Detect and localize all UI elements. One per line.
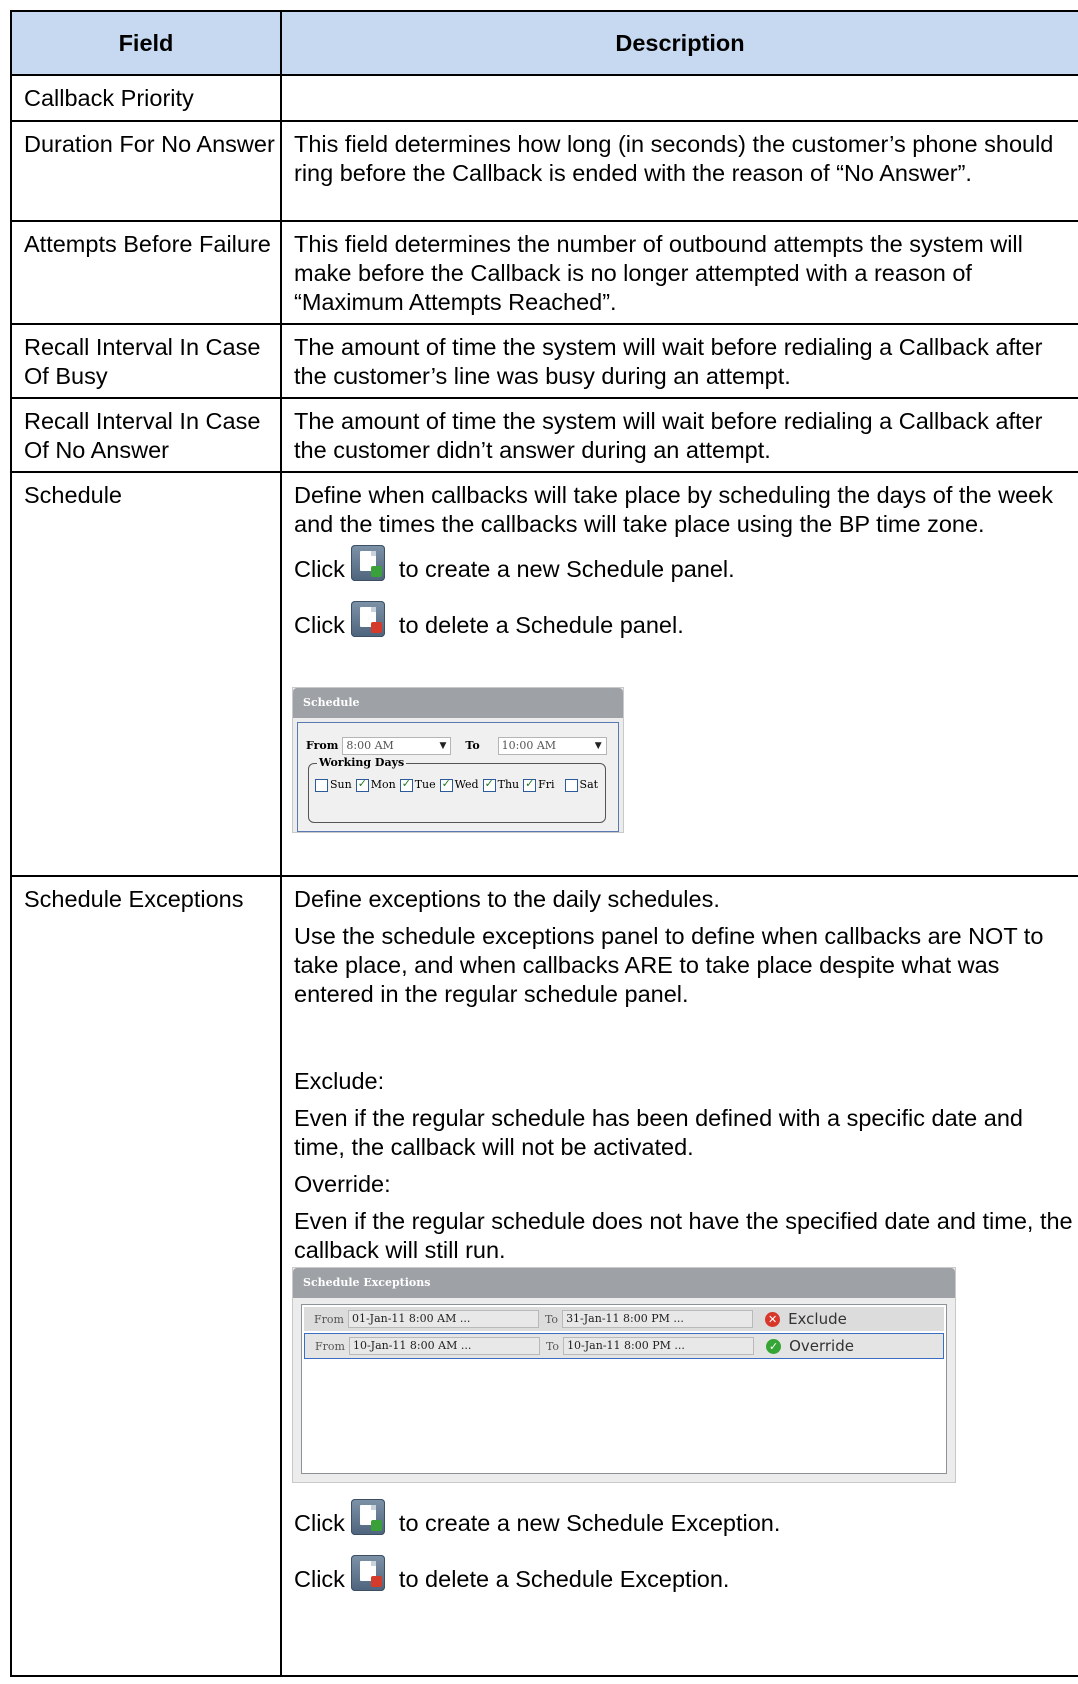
field-description: The amount of time the system will wait … (280, 397, 1078, 473)
to-label: To (465, 739, 480, 752)
day-checkbox-mon[interactable] (355, 777, 369, 792)
from-label: From (314, 1312, 344, 1326)
field-description: This field determines the number of outb… (280, 220, 1078, 325)
exceptions-usage: Use the schedule exceptions panel to def… (294, 923, 1044, 1007)
working-days-label: Working Days (317, 756, 407, 770)
add-exception-icon[interactable] (350, 1499, 385, 1535)
from-label: From (306, 739, 339, 752)
exceptions-panel-title: Schedule Exceptions (293, 1268, 955, 1298)
schedule-description: Define when callbacks will take place by… (294, 482, 1053, 537)
to-label: To (544, 1312, 559, 1326)
fields-table: Field Description Callback Priority Dura… (10, 10, 1078, 1677)
day-label: Sun (330, 778, 352, 791)
delete-exception-instruction: Click to delete a Schedule Exception. (294, 1553, 1078, 1605)
day-label: Tue (414, 778, 436, 791)
add-schedule-icon[interactable] (350, 545, 385, 581)
exception-row[interactable]: From 01-Jan-11 8:00 AM ... To 31-Jan-11 … (304, 1307, 944, 1331)
click-word: Click (294, 1565, 345, 1592)
field-description: Define exceptions to the daily schedules… (280, 875, 1078, 1677)
exception-row[interactable]: From 10-Jan-11 8:00 AM ... To 10-Jan-11 … (304, 1333, 944, 1359)
delete-schedule-text: to delete a Schedule panel. (398, 611, 684, 638)
day-label: Thu (497, 778, 520, 791)
exclude-text: Even if the regular schedule has been de… (294, 1105, 1023, 1160)
working-days-list: Sun Mon Tue Wed Thu Fri Sat (315, 777, 602, 792)
delete-schedule-icon[interactable] (350, 601, 385, 637)
delete-exception-text: to delete a Schedule Exception. (398, 1565, 730, 1592)
field-name: Schedule Exceptions (10, 875, 282, 1677)
exception-status-label: Override (789, 1336, 854, 1355)
exceptions-list: From 01-Jan-11 8:00 AM ... To 31-Jan-11 … (301, 1304, 947, 1474)
from-label: From (315, 1339, 345, 1353)
field-name: Attempts Before Failure (10, 220, 282, 325)
chevron-down-icon: ▼ (439, 741, 447, 751)
add-exception-text: to create a new Schedule Exception. (398, 1509, 781, 1536)
field-description (280, 74, 1078, 122)
day-label: Sat (579, 778, 599, 791)
table-row: Callback Priority (10, 74, 1078, 122)
schedule-panel-body: From 8:00 AM ▼ To 10:00 AM ▼ Working Day… (297, 722, 619, 832)
exception-from-field[interactable]: 10-Jan-11 8:00 AM ... (348, 1337, 540, 1355)
field-name: Recall Interval In Case Of Busy (10, 323, 282, 399)
table-row: Schedule Exceptions Define exceptions to… (10, 875, 1078, 1677)
day-label: Fri (538, 778, 555, 791)
table-header-row: Field Description (10, 10, 1078, 76)
to-time-value: 10:00 AM (501, 739, 557, 752)
day-checkbox-sat[interactable] (564, 778, 578, 792)
table-row: Schedule Define when callbacks will take… (10, 471, 1078, 877)
click-word: Click (294, 555, 345, 582)
from-time-value: 8:00 AM (346, 739, 394, 752)
day-checkbox-tue[interactable] (399, 777, 413, 792)
table-row: Recall Interval In Case Of Busy The amou… (10, 323, 1078, 399)
add-schedule-text: to create a new Schedule panel. (398, 555, 735, 582)
table-row: Duration For No Answer This field determ… (10, 120, 1078, 222)
override-icon: ✓ (766, 1338, 782, 1354)
schedule-panel: Schedule From 8:00 AM ▼ To 10:00 AM ▼ Wo… (292, 687, 624, 833)
add-exception-instruction: Click to create a new Schedule Exception… (294, 1497, 1078, 1549)
day-checkbox-sun[interactable] (315, 778, 328, 792)
override-heading: Override: (294, 1171, 391, 1197)
day-checkbox-fri[interactable] (523, 777, 537, 792)
field-column-header: Field (10, 10, 282, 76)
chevron-down-icon: ▼ (594, 741, 602, 751)
add-schedule-instruction: Click to create a new Schedule panel. (294, 543, 1078, 595)
schedule-panel-title: Schedule (293, 688, 623, 718)
delete-exception-icon[interactable] (350, 1555, 385, 1591)
to-label: To (545, 1339, 560, 1353)
exception-status[interactable]: ✓ Override (766, 1332, 854, 1361)
table-row: Attempts Before Failure This field deter… (10, 220, 1078, 325)
field-name: Duration For No Answer (10, 120, 282, 222)
working-days-group: Working Days Sun Mon Tue Wed Thu Fri Sat (308, 756, 606, 823)
exceptions-intro: Define exceptions to the daily schedules… (294, 886, 720, 912)
exception-to-field[interactable]: 10-Jan-11 8:00 PM ... (563, 1337, 755, 1355)
exclude-icon: ✕ (765, 1311, 781, 1327)
click-word: Click (294, 611, 345, 638)
field-name: Callback Priority (10, 74, 282, 122)
exception-to-field[interactable]: 31-Jan-11 8:00 PM ... (562, 1310, 754, 1328)
delete-schedule-instruction: Click to delete a Schedule panel. (294, 599, 1078, 651)
exception-status-label: Exclude (788, 1309, 847, 1328)
field-description: Define when callbacks will take place by… (280, 471, 1078, 877)
description-column-header: Description (280, 10, 1078, 76)
day-checkbox-wed[interactable] (439, 777, 453, 792)
override-text: Even if the regular schedule does not ha… (294, 1208, 1073, 1263)
day-label: Wed (454, 778, 479, 791)
from-time-select[interactable]: 8:00 AM ▼ (342, 737, 452, 755)
day-label: Mon (370, 778, 396, 791)
exclude-heading: Exclude: (294, 1068, 385, 1094)
table-row: Recall Interval In Case Of No Answer The… (10, 397, 1078, 473)
field-description: The amount of time the system will wait … (280, 323, 1078, 399)
day-checkbox-thu[interactable] (482, 777, 496, 792)
click-word: Click (294, 1509, 345, 1536)
time-range-row: From 8:00 AM ▼ To 10:00 AM ▼ (306, 737, 607, 755)
to-time-select[interactable]: 10:00 AM ▼ (497, 737, 607, 755)
exception-from-field[interactable]: 01-Jan-11 8:00 AM ... (347, 1310, 539, 1328)
field-name: Schedule (10, 471, 282, 877)
schedule-exceptions-panel: Schedule Exceptions From 01-Jan-11 8:00 … (292, 1267, 956, 1483)
field-name: Recall Interval In Case Of No Answer (10, 397, 282, 473)
field-description: This field determines how long (in secon… (280, 120, 1078, 222)
exception-status[interactable]: ✕ Exclude (765, 1305, 847, 1334)
